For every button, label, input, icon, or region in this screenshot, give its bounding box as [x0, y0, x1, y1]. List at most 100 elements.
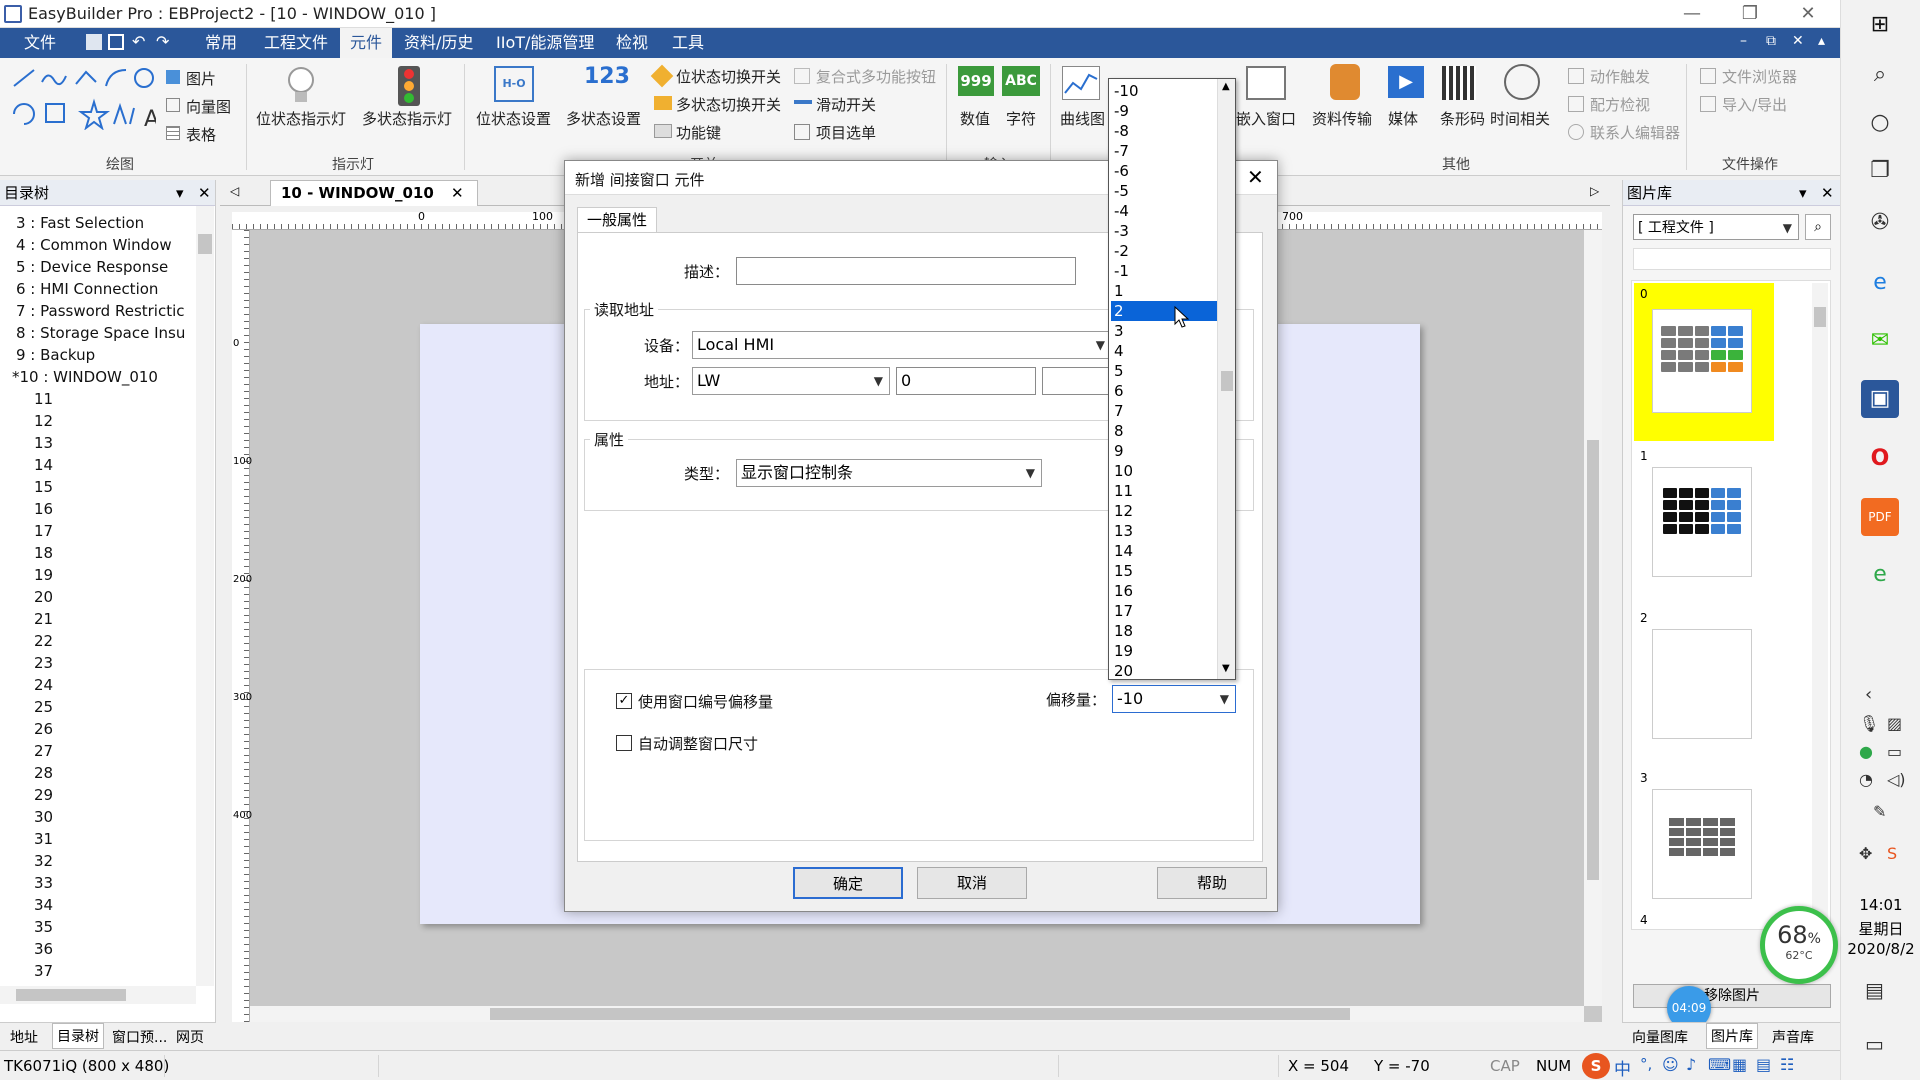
ribbon-recipe-view[interactable]: 配方检视 [1590, 94, 1650, 115]
ribbon-bit-toggle[interactable]: 位状态切换开关 [676, 66, 781, 87]
tree-item[interactable]: 28 [34, 762, 53, 784]
tree-item[interactable]: 27 [34, 740, 53, 762]
tab-picture-library[interactable]: 图片库 [1706, 1023, 1758, 1049]
battery-widget[interactable]: 68% 62°C [1760, 906, 1838, 984]
tree-item[interactable]: 6 : HMI Connection [16, 278, 158, 300]
tray-app-icon[interactable]: ● [1859, 742, 1873, 761]
ribbon-numeric[interactable]: 数值 [960, 108, 990, 129]
tree-item[interactable]: 20 [34, 586, 53, 608]
ime-skin-icon[interactable]: ▦ [1732, 1055, 1747, 1074]
ime-keyboard-icon[interactable]: ⌨ [1708, 1055, 1731, 1074]
tree-item[interactable]: 17 [34, 520, 53, 542]
tree-item[interactable]: 7 : Password Restrictic [16, 300, 185, 322]
tree-item[interactable]: 12 [34, 410, 53, 432]
mdi-restore[interactable]: ⧉ [1766, 33, 1776, 49]
tray-notification-icon[interactable]: ▤ [1865, 978, 1884, 1002]
thumb-keypad-0[interactable] [1652, 309, 1752, 413]
tray-move-icon[interactable]: ✥ [1859, 844, 1872, 863]
draw-shape-icons[interactable]: A [10, 66, 159, 132]
tree-item[interactable]: 13 [34, 432, 53, 454]
type-select[interactable]: 显示窗口控制条 ▼ [736, 459, 1042, 487]
dropdown-option[interactable]: 8 [1111, 421, 1219, 441]
scroll-down-icon[interactable]: ▼ [1222, 663, 1230, 674]
thumb-grid-3[interactable] [1652, 789, 1752, 899]
dropdown-option-selected[interactable]: 2 [1111, 301, 1219, 321]
ribbon-data-transfer[interactable]: 资料传输 [1312, 108, 1372, 129]
tree-item[interactable]: 14 [34, 454, 53, 476]
mdi-close[interactable]: ✕ [1792, 33, 1804, 49]
ime-punctuation[interactable]: °, [1640, 1055, 1652, 1073]
windows-start-icon[interactable]: ⊞ [1861, 6, 1899, 44]
ribbon-action-trigger[interactable]: 动作触发 [1590, 66, 1650, 87]
dropdown-option[interactable]: 3 [1111, 321, 1219, 341]
address-input[interactable]: 0 [896, 367, 1036, 395]
gallery-source-select[interactable]: [ 工程文件 ] ▼ [1633, 214, 1799, 240]
auto-resize-checkbox[interactable] [616, 735, 632, 751]
dropdown-option[interactable]: -9 [1111, 101, 1219, 121]
tree-item[interactable]: 32 [34, 850, 53, 872]
menu-view[interactable]: 检视 [606, 28, 658, 58]
offset-select[interactable]: -10 ▼ [1112, 685, 1236, 713]
scroll-up-icon[interactable]: ▲ [1222, 81, 1230, 92]
ribbon-picture[interactable]: 图片 [186, 68, 216, 89]
ime-voice-icon[interactable]: ♪ [1686, 1055, 1696, 1074]
dropdown-option[interactable]: 18 [1111, 621, 1219, 641]
dropdown-option[interactable]: -10 [1111, 81, 1219, 101]
menu-common[interactable]: 常用 [195, 28, 247, 58]
tray-mic-icon[interactable]: 🎙 [1859, 714, 1879, 733]
tree-item[interactable]: 33 [34, 872, 53, 894]
tree-item[interactable]: 15 [34, 476, 53, 498]
tree-item-current[interactable]: *10 : WINDOW_010 [12, 366, 158, 388]
scroll-thumb[interactable] [198, 234, 212, 254]
remove-picture-button[interactable]: 移除图片 [1633, 984, 1831, 1008]
dropdown-option[interactable]: 17 [1111, 601, 1219, 621]
tree-item[interactable]: 37 [34, 960, 53, 982]
dropdown-option[interactable]: -3 [1111, 221, 1219, 241]
address-extra-input[interactable] [1042, 367, 1112, 395]
tab-tree[interactable]: 目录树 [52, 1023, 104, 1049]
search-icon[interactable]: ⌕ [1861, 56, 1899, 94]
menu-tools[interactable]: 工具 [662, 28, 714, 58]
dropdown-option[interactable]: 15 [1111, 561, 1219, 581]
scroll-thumb[interactable] [1814, 307, 1826, 327]
redo-icon[interactable]: ↷ [156, 32, 169, 51]
tree-hscrollbar[interactable] [0, 986, 196, 1004]
tray-expand-icon[interactable]: ‹ [1865, 684, 1872, 705]
tree-item[interactable]: 18 [34, 542, 53, 564]
ribbon-item-list[interactable]: 项目选单 [816, 122, 876, 143]
dropdown-option[interactable]: -2 [1111, 241, 1219, 261]
ribbon-barcode[interactable]: 条形码 [1440, 108, 1485, 129]
panel-close-icon[interactable]: ✕ [1821, 180, 1834, 206]
tree-item[interactable]: 4 : Common Window [16, 234, 172, 256]
menu-project[interactable]: 工程文件 [254, 28, 338, 58]
ok-button[interactable]: 确定 [793, 867, 903, 899]
ribbon-slide-switch[interactable]: 滑动开关 [816, 94, 876, 115]
tree-item[interactable]: 26 [34, 718, 53, 740]
minimize-button[interactable]: — [1664, 0, 1720, 28]
thumb-blank-2[interactable] [1652, 629, 1752, 739]
ribbon-collapse[interactable]: ▴ [1818, 33, 1825, 49]
ribbon-contact-editor[interactable]: 联系人编辑器 [1590, 122, 1680, 143]
ribbon-file-browser[interactable]: 文件浏览器 [1722, 66, 1797, 87]
tree-item[interactable]: 16 [34, 498, 53, 520]
tab-general[interactable]: 一般属性 [577, 207, 657, 233]
tray-ime-icon[interactable]: S [1887, 844, 1897, 863]
tree-item[interactable]: 5 : Device Response [16, 256, 168, 278]
pdf-app-icon[interactable]: PDF [1861, 498, 1899, 536]
dropdown-option[interactable]: 12 [1111, 501, 1219, 521]
desc-input[interactable] [736, 257, 1076, 285]
panel-menu-icon[interactable]: ▾ [1799, 180, 1807, 206]
tab-window-preview[interactable]: 窗口预... [112, 1027, 167, 1047]
tab-scroll-right-icon[interactable]: ▷ [1590, 184, 1599, 198]
tray-pen-icon[interactable]: ✎ [1873, 802, 1886, 821]
ribbon-trend[interactable]: 曲线图 [1060, 108, 1105, 129]
dropdown-scrollbar[interactable]: ▲ ▼ [1217, 79, 1235, 679]
scroll-thumb[interactable] [16, 989, 126, 1001]
menu-iiot[interactable]: IIoT/能源管理 [486, 28, 604, 58]
tree-item[interactable]: 36 [34, 938, 53, 960]
dropdown-option[interactable]: 5 [1111, 361, 1219, 381]
ribbon-function-key[interactable]: 功能键 [676, 122, 721, 143]
opera-icon[interactable]: O [1861, 440, 1899, 478]
menu-file[interactable]: 文件 [14, 28, 66, 58]
ribbon-multi-lamp[interactable]: 多状态指示灯 [362, 108, 452, 129]
